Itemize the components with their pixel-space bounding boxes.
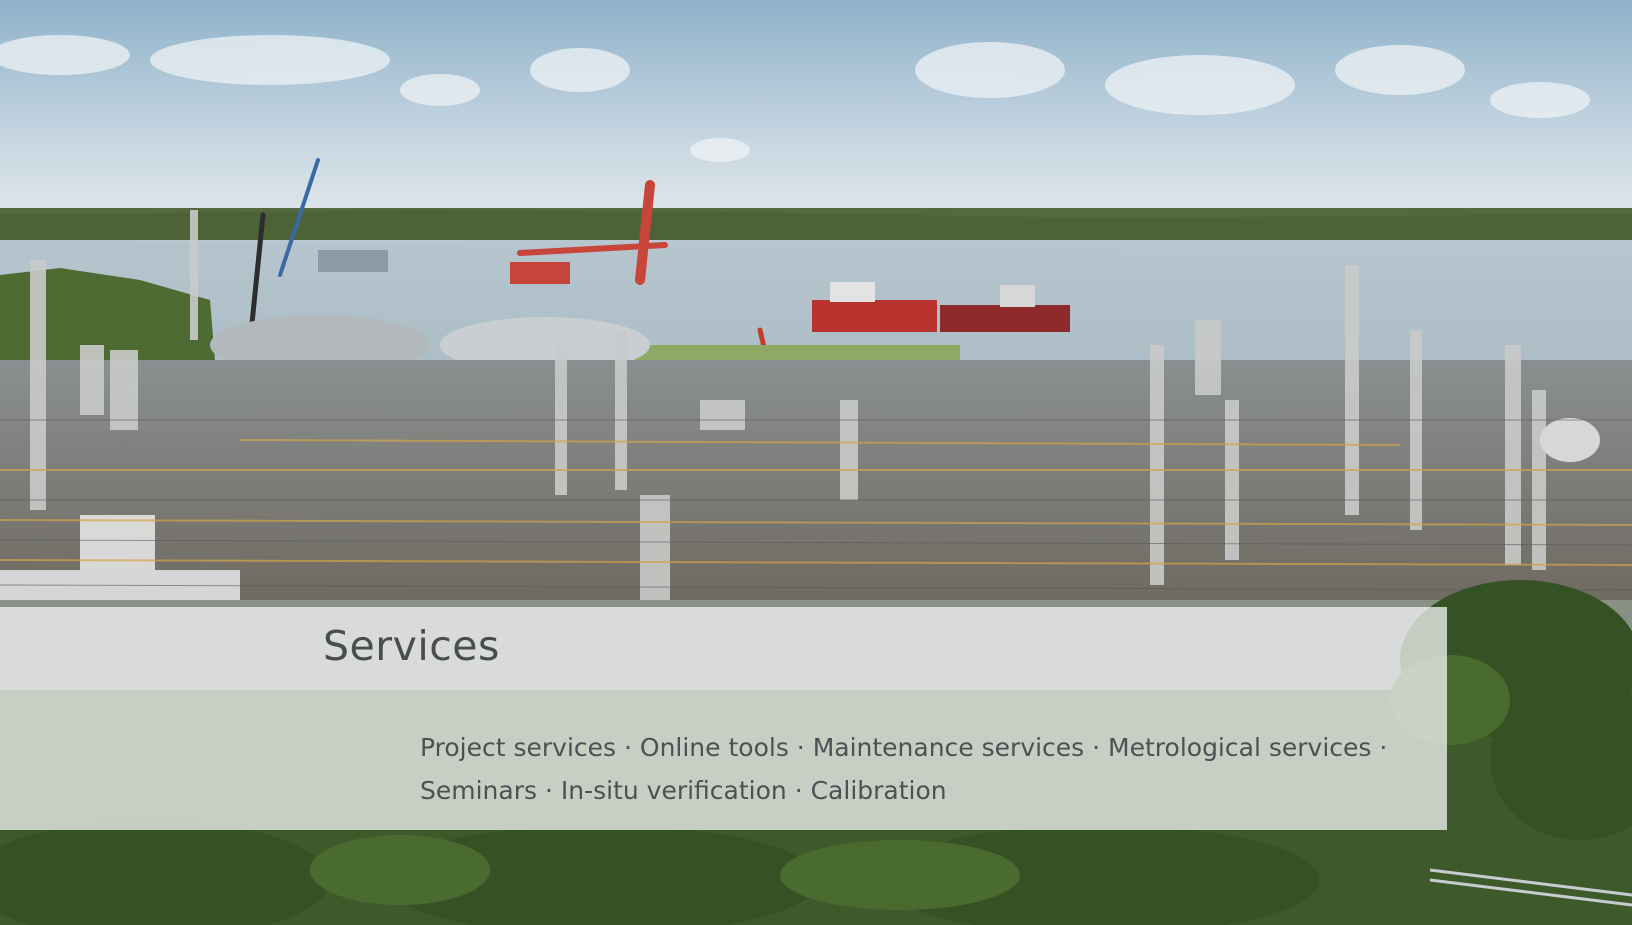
services-list: Project services · Online tools · Mainte… xyxy=(420,726,1430,812)
services-list-line-1: Project services · Online tools · Mainte… xyxy=(420,733,1388,762)
refinery xyxy=(0,360,1632,605)
services-title: Services xyxy=(323,622,500,670)
services-list-line-2: Seminars · In-situ verification · Calibr… xyxy=(420,776,947,805)
sky xyxy=(0,0,1632,215)
